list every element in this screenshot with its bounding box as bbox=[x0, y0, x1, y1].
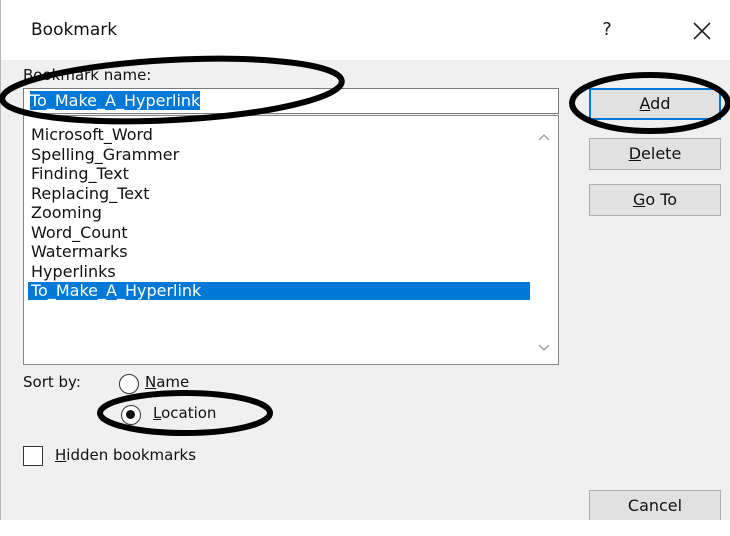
bookmark-list[interactable]: Microsoft_Word Spelling_Grammer Finding_Te… bbox=[23, 115, 559, 365]
list-item[interactable]: Zooming bbox=[28, 204, 531, 222]
close-button[interactable] bbox=[687, 14, 717, 46]
sort-location-label: Location bbox=[153, 404, 217, 422]
list-scrollbar[interactable] bbox=[530, 116, 558, 364]
radio-selected-dot bbox=[126, 410, 135, 419]
hidden-bookmarks-checkbox[interactable] bbox=[23, 446, 43, 466]
list-item[interactable]: Watermarks bbox=[28, 243, 531, 261]
dialog-title: Bookmark bbox=[31, 20, 118, 40]
title-bar: Bookmark ? bbox=[1, 0, 730, 60]
sort-by-label: Sort by: bbox=[23, 373, 81, 391]
delete-button[interactable]: Delete bbox=[589, 138, 721, 170]
cancel-button[interactable]: Cancel bbox=[589, 490, 721, 522]
list-item[interactable]: Hyperlinks bbox=[28, 262, 531, 281]
list-item[interactable]: Microsoft_Word bbox=[28, 126, 531, 144]
bookmark-dialog: Bookmark ? Bookmark name: To_Make_A_Hype… bbox=[0, 0, 730, 522]
list-item[interactable]: Word_Count bbox=[28, 223, 531, 242]
close-icon bbox=[693, 22, 711, 40]
hidden-bookmarks-label: Hidden bookmarks bbox=[55, 446, 197, 464]
list-item[interactable]: To_Make_A_Hyperlink bbox=[28, 282, 531, 300]
list-item[interactable]: Spelling_Grammer bbox=[28, 145, 531, 164]
scroll-up-icon bbox=[538, 134, 550, 141]
help-button[interactable]: ? bbox=[595, 16, 619, 44]
bookmark-name-input[interactable]: To_Make_A_Hyperlink bbox=[23, 88, 559, 114]
sort-name-label: Name bbox=[145, 373, 190, 391]
sort-location-radio[interactable] bbox=[121, 405, 141, 425]
scroll-down-icon bbox=[538, 344, 550, 351]
sort-name-radio[interactable] bbox=[119, 374, 139, 394]
underlying-document-text bbox=[0, 520, 730, 536]
go-to-button[interactable]: Go To bbox=[589, 184, 721, 216]
bookmark-name-label: Bookmark name: bbox=[23, 66, 152, 84]
add-button[interactable]: Add bbox=[589, 88, 721, 120]
list-item[interactable]: Replacing_Text bbox=[28, 184, 531, 203]
list-item[interactable]: Finding_Text bbox=[28, 165, 531, 183]
bookmark-name-value: To_Make_A_Hyperlink bbox=[30, 91, 201, 110]
